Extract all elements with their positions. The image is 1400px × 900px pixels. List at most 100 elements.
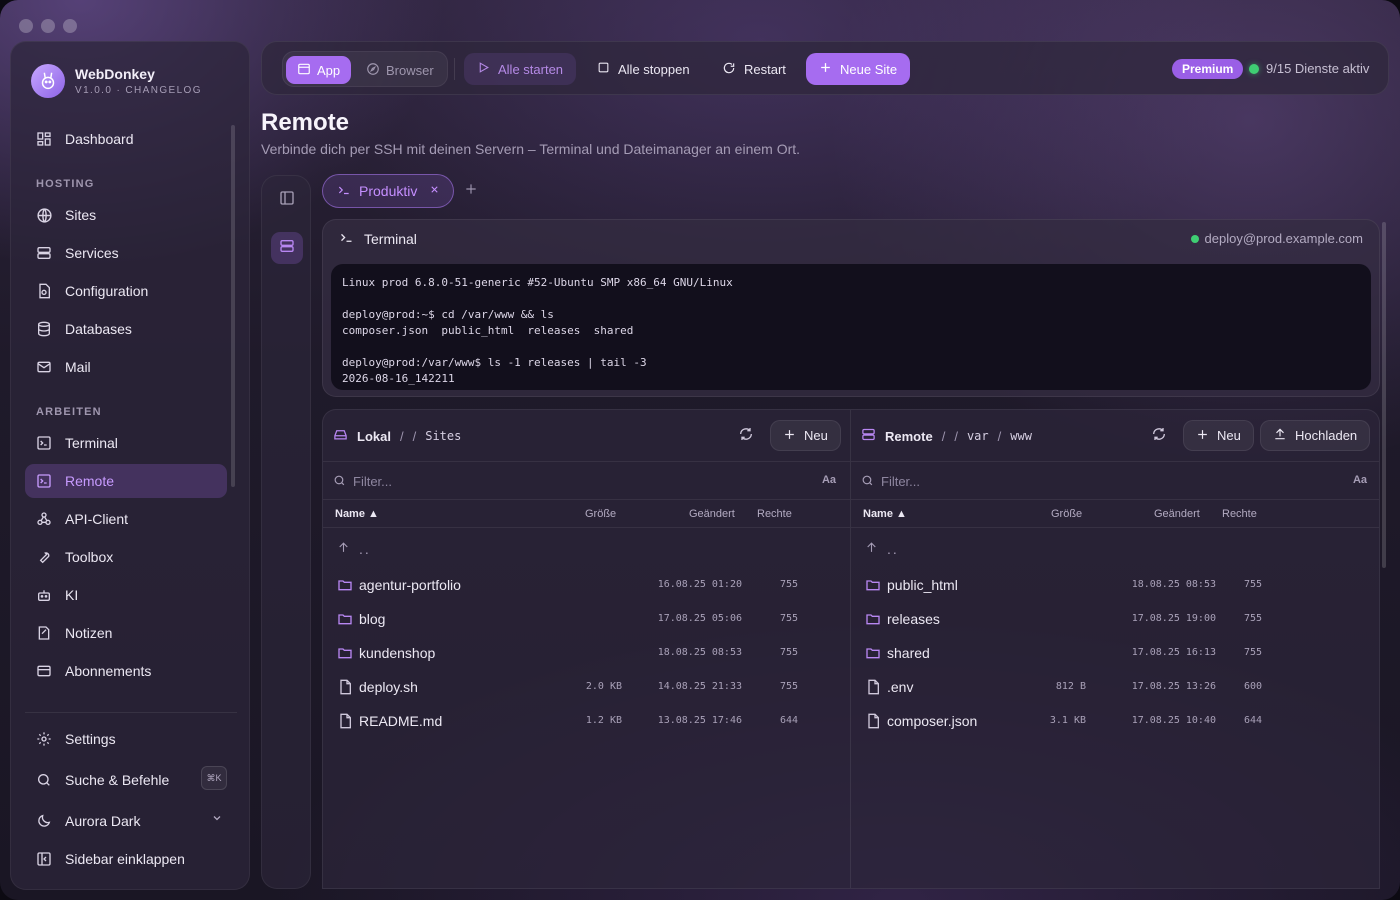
app-mode-button[interactable]: App — [286, 56, 352, 84]
breadcrumb-root[interactable]: Lokal — [357, 429, 391, 444]
close-tab-icon[interactable] — [429, 184, 440, 198]
search-icon — [35, 771, 53, 789]
sidebar-item-toolbox[interactable]: Toolbox — [25, 540, 227, 574]
column-perms[interactable]: Rechte — [757, 508, 792, 520]
new-site-label: Neue Site — [840, 61, 898, 77]
column-name[interactable]: Name ▲ — [335, 508, 379, 520]
file-row[interactable]: .env 812 B 17.08.25 13:26 600 — [851, 670, 1379, 704]
sidebar-item-remote[interactable]: Remote — [25, 464, 227, 498]
refresh-icon — [738, 426, 754, 447]
window-controls — [19, 19, 77, 33]
toggle-panel-button[interactable] — [271, 184, 303, 216]
sidebar-scrollbar[interactable] — [231, 125, 235, 487]
file-modified: 13.08.25 17:46 — [657, 715, 742, 726]
folder-icon — [337, 577, 353, 593]
folder-row[interactable]: agentur-portfolio 16.08.25 01:20 755 — [323, 568, 850, 602]
start-all-button[interactable]: Alle starten — [464, 53, 577, 85]
sidebar-item-mail[interactable]: Mail — [25, 350, 227, 384]
new-site-button[interactable]: Neue Site — [806, 53, 911, 85]
stop-all-label: Alle stoppen — [618, 61, 690, 77]
folder-row[interactable]: blog 17.08.25 05:06 755 — [323, 602, 850, 636]
parent-dir-row[interactable]: .. — [851, 534, 1379, 568]
view-mode-toggle: App Browser — [282, 51, 448, 87]
parent-dir-row[interactable]: .. — [323, 534, 850, 568]
column-name[interactable]: Name ▲ — [863, 508, 907, 520]
sidebar-item-api-client[interactable]: API-Client — [25, 502, 227, 536]
sidebar-collapse-button[interactable]: Sidebar einklappen — [25, 842, 227, 876]
file-row[interactable]: composer.json 3.1 KB 17.08.25 10:40 644 — [851, 704, 1379, 738]
sidebar-item-terminal[interactable]: Terminal — [25, 426, 227, 460]
remote-new-button[interactable]: Neu — [1183, 420, 1254, 451]
sidebar-item-label: Configuration — [65, 283, 149, 299]
terminal-output[interactable]: Linux prod 6.8.0-51-generic #52-Ubuntu S… — [331, 264, 1371, 390]
sidebar-item-settings[interactable]: Settings — [25, 722, 227, 756]
filter-placeholder[interactable]: Filter... — [881, 474, 920, 489]
breadcrumb-segment[interactable]: var — [967, 429, 989, 443]
filter-placeholder[interactable]: Filter... — [353, 474, 392, 489]
local-filter[interactable]: Filter... Aa — [323, 462, 850, 500]
sidebar-item-databases[interactable]: Databases — [25, 312, 227, 346]
remote-filter[interactable]: Filter... Aa — [851, 462, 1379, 500]
sidebar-item-label: Remote — [65, 473, 115, 489]
column-modified[interactable]: Geändert — [689, 508, 735, 520]
sidebar-item-dashboard[interactable]: Dashboard — [25, 122, 227, 156]
sidebar-item-abonnements[interactable]: Abonnements — [25, 654, 227, 688]
stop-icon — [597, 61, 610, 77]
sidebar-item-label: Sidebar einklappen — [65, 851, 185, 867]
terminal-title: Terminal — [364, 231, 417, 247]
sidebar-item-label: Abonnements — [65, 663, 152, 679]
breadcrumb-root[interactable]: Remote — [885, 429, 933, 444]
sidebar-item-label: Suche & Befehle — [65, 772, 170, 788]
start-all-label: Alle starten — [498, 61, 564, 77]
close-window-button[interactable] — [19, 19, 33, 33]
sidebar-item-search[interactable]: Suche & Befehle ⌘K — [25, 763, 227, 797]
sidebar-item-services[interactable]: Services — [25, 236, 227, 270]
refresh-local-button[interactable] — [735, 425, 757, 447]
file-row[interactable]: README.md 1.2 KB 13.08.25 17:46 644 — [323, 704, 850, 738]
folder-row[interactable]: public_html 18.08.25 08:53 755 — [851, 568, 1379, 602]
sidebar-item-configuration[interactable]: Configuration — [25, 274, 227, 308]
local-pane: Lokal / / Sites Neu Filter... Aa Name ▲ … — [323, 410, 851, 888]
case-sensitive-toggle[interactable]: Aa — [822, 474, 836, 486]
folder-row[interactable]: releases 17.08.25 19:00 755 — [851, 602, 1379, 636]
add-tab-button[interactable] — [464, 180, 478, 201]
stop-all-button[interactable]: Alle stoppen — [584, 53, 703, 85]
sidebar-item-label: Sites — [65, 207, 97, 223]
content-scrollbar[interactable] — [1382, 222, 1386, 568]
breadcrumb-separator: / — [941, 428, 946, 444]
local-new-button[interactable]: Neu — [770, 420, 841, 451]
breadcrumb-segment[interactable]: Sites — [425, 429, 461, 443]
file-name: releases — [887, 611, 940, 627]
server-list-button[interactable] — [271, 232, 303, 264]
column-size[interactable]: Größe — [585, 508, 616, 520]
browser-mode-button[interactable]: Browser — [355, 56, 445, 84]
brand[interactable]: WebDonkey V1.0.0 · CHANGELOG — [31, 64, 202, 98]
restart-button[interactable]: Restart — [709, 53, 799, 85]
breadcrumb-segment[interactable]: www — [1010, 429, 1032, 443]
file-permissions: 755 — [1243, 647, 1262, 658]
mail-icon — [35, 358, 53, 376]
prompt-icon — [337, 183, 351, 200]
refresh-remote-button[interactable] — [1148, 425, 1170, 447]
tab-produktiv[interactable]: Produktiv — [322, 174, 454, 208]
panel-left-icon — [279, 190, 295, 211]
column-perms[interactable]: Rechte — [1222, 508, 1257, 520]
column-size[interactable]: Größe — [1051, 508, 1082, 520]
sidebar-item-sites[interactable]: Sites — [25, 198, 227, 232]
file-row[interactable]: deploy.sh 2.0 KB 14.08.25 21:33 755 — [323, 670, 850, 704]
maximize-window-button[interactable] — [63, 19, 77, 33]
sidebar-item-ki[interactable]: KI — [25, 578, 227, 612]
upload-button[interactable]: Hochladen — [1260, 420, 1371, 451]
upload-button-label: Hochladen — [1295, 428, 1358, 443]
version-changelog-link[interactable]: V1.0.0 · CHANGELOG — [75, 85, 202, 96]
file-name: README.md — [359, 713, 443, 729]
folder-row[interactable]: kundenshop 18.08.25 08:53 755 — [323, 636, 850, 670]
column-modified[interactable]: Geändert — [1154, 508, 1200, 520]
minimize-window-button[interactable] — [41, 19, 55, 33]
sidebar-item-notizen[interactable]: Notizen — [25, 616, 227, 650]
case-sensitive-toggle[interactable]: Aa — [1353, 474, 1367, 486]
file-modified: 17.08.25 16:13 — [1131, 647, 1216, 658]
folder-row[interactable]: shared 17.08.25 16:13 755 — [851, 636, 1379, 670]
theme-selector[interactable]: Aurora Dark — [25, 804, 227, 838]
file-permissions: 755 — [779, 647, 798, 658]
